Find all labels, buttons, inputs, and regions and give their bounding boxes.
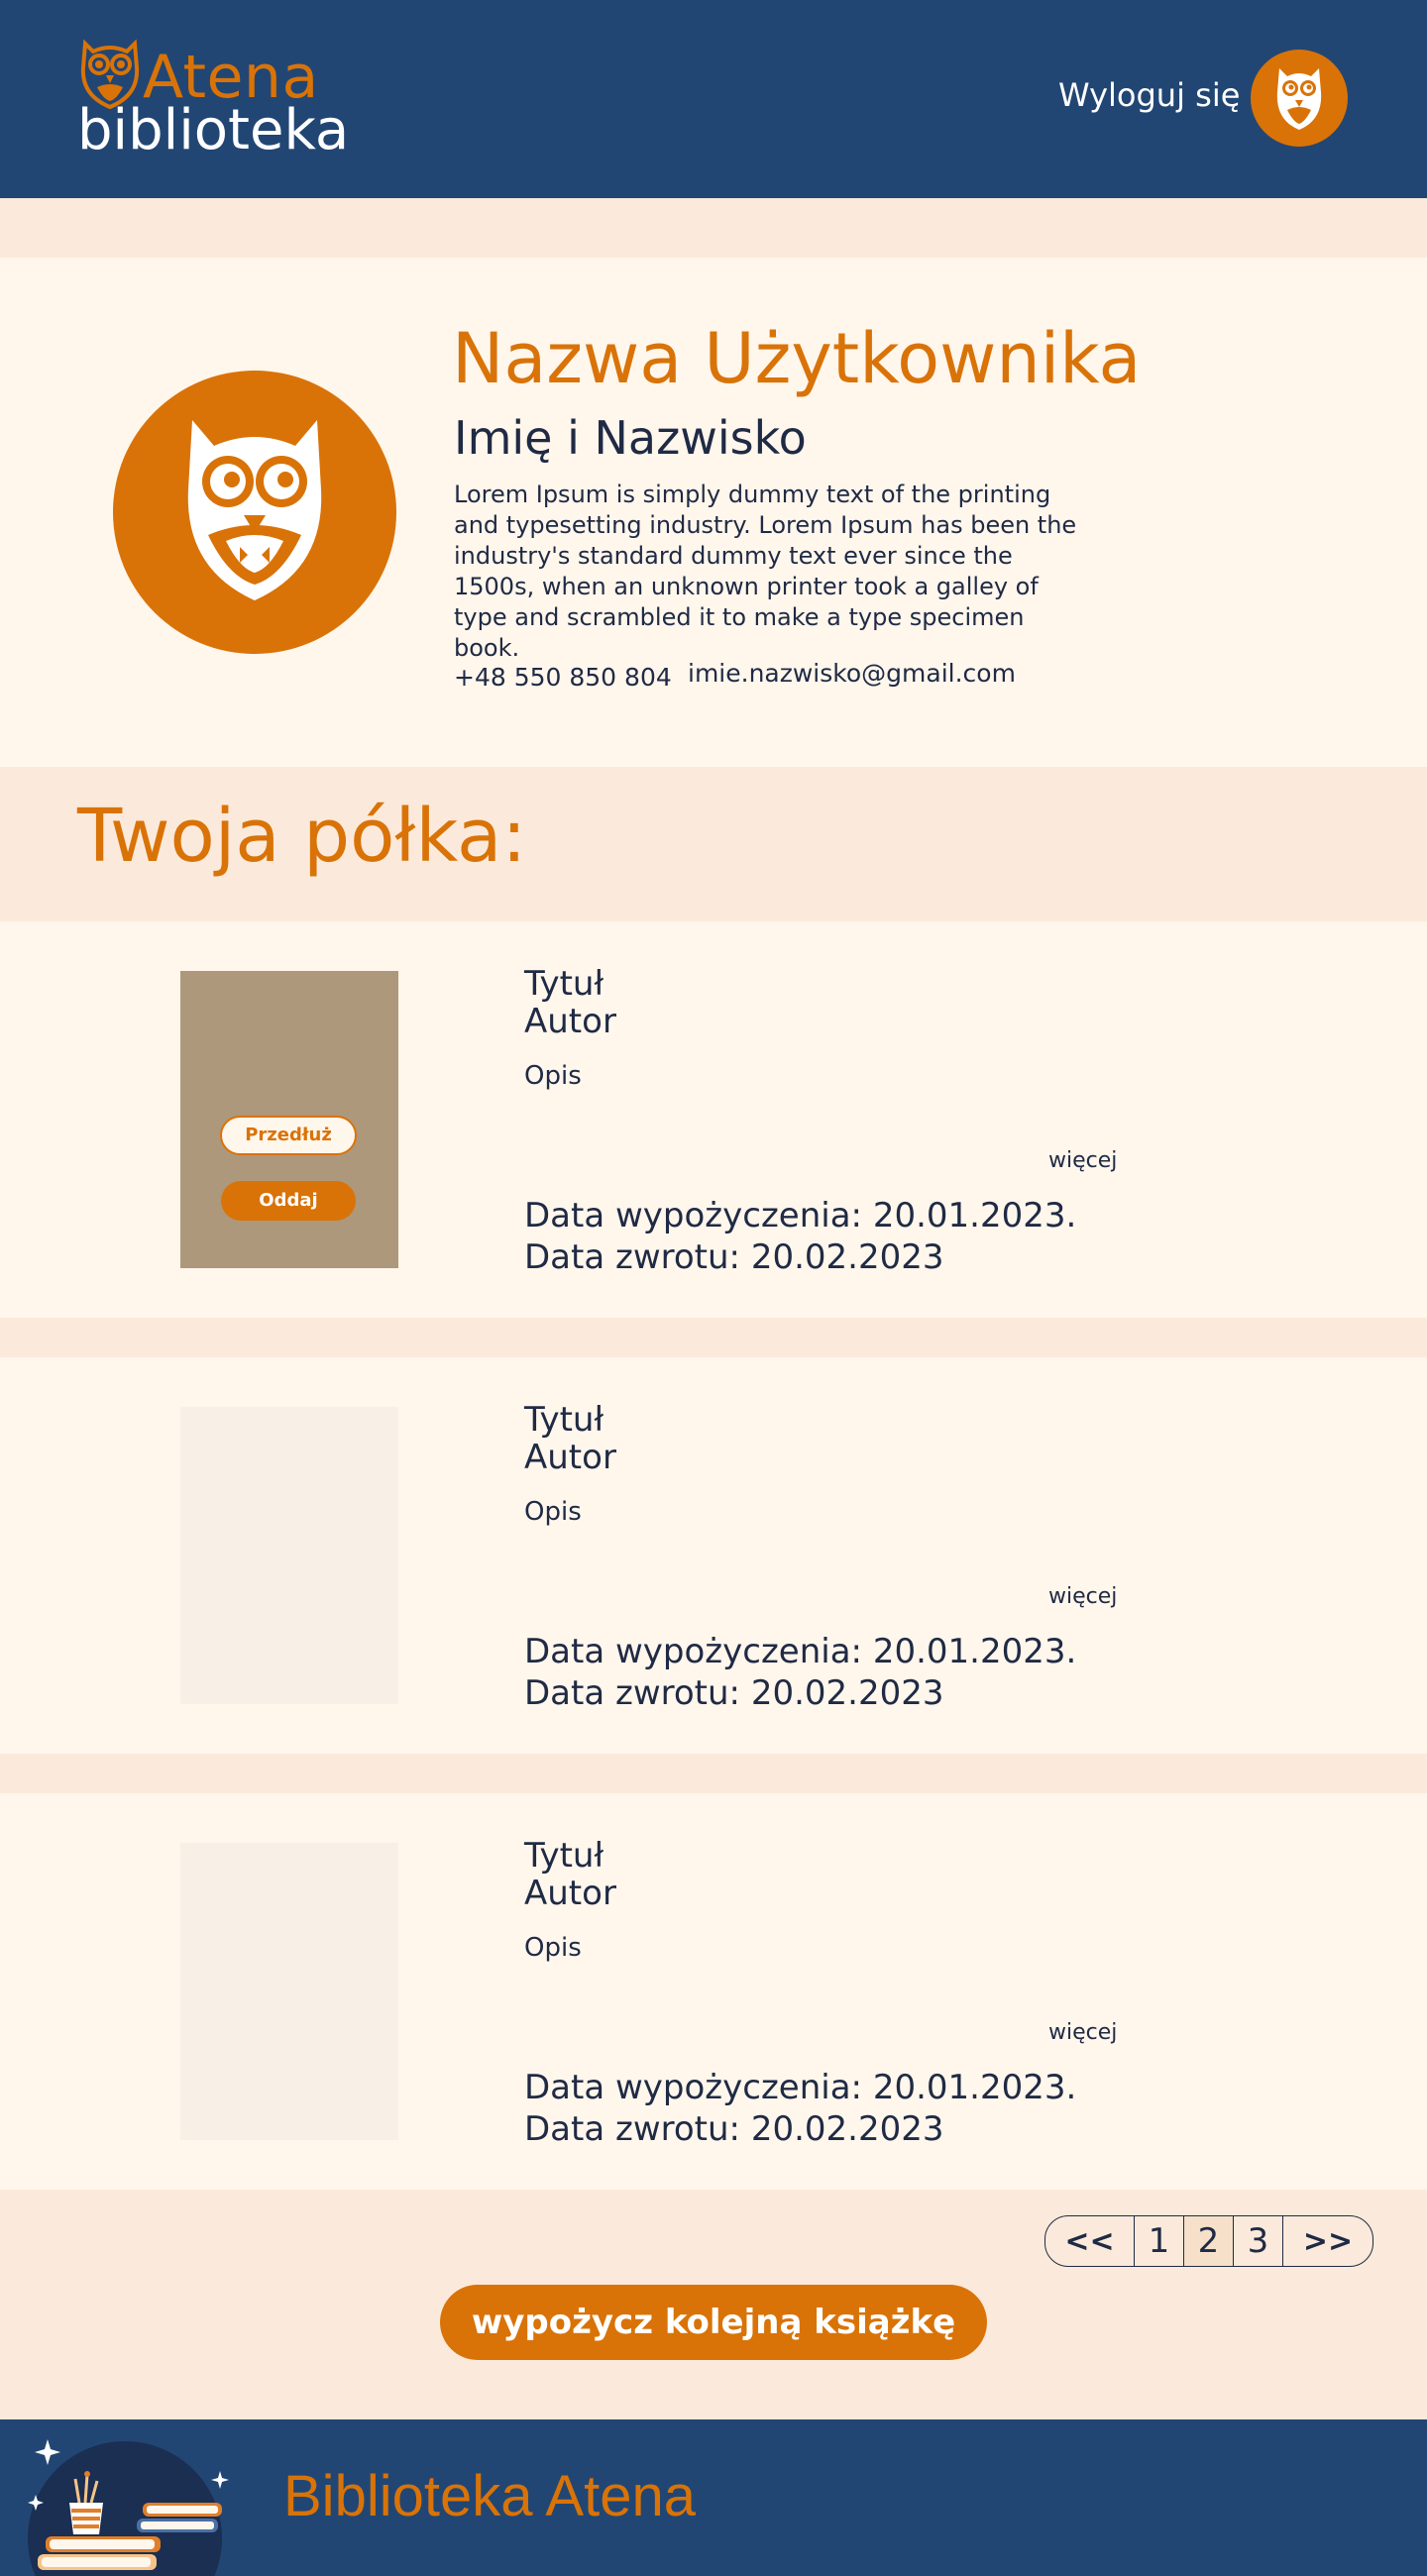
more-link[interactable]: więcej bbox=[1048, 1583, 1117, 1611]
username: Nazwa Użytkownika bbox=[452, 318, 1142, 399]
shelf-title: Twoja półka: bbox=[77, 794, 527, 879]
book-cover[interactable]: Przedłuż Oddaj bbox=[180, 971, 398, 1268]
pagination-next-button[interactable]: >> bbox=[1283, 2216, 1372, 2266]
pagination: << 1 2 3 >> bbox=[1044, 2215, 1373, 2267]
logo-subtitle: biblioteka bbox=[77, 98, 350, 162]
book-description: Opis bbox=[524, 1497, 582, 1527]
profile-bio: Lorem Ipsum is simply dummy text of the … bbox=[454, 481, 1077, 662]
borrow-date: Data wypożyczenia: 20.01.2023. bbox=[524, 1196, 1077, 1235]
book-card: Tytuł Autor Opis więcej Data wypożyczeni… bbox=[0, 1793, 1427, 2190]
book-title: Tytuł bbox=[524, 964, 604, 1004]
owl-icon bbox=[1276, 68, 1322, 130]
books-illustration-icon bbox=[28, 2439, 229, 2576]
extend-button[interactable]: Przedłuż bbox=[220, 1116, 357, 1155]
pagination-page-2[interactable]: 2 bbox=[1184, 2216, 1234, 2266]
owl-icon bbox=[187, 420, 322, 600]
profile-section: Nazwa Użytkownika Imię i Nazwisko Lorem … bbox=[0, 258, 1427, 767]
footer: Biblioteka Atena bbox=[0, 2419, 1427, 2576]
book-author: Autor bbox=[524, 1438, 616, 1477]
header: Atena biblioteka Wyloguj się bbox=[0, 0, 1427, 198]
logout-link[interactable]: Wyloguj się bbox=[1058, 75, 1240, 115]
email-address: imie.nazwisko@gmail.com bbox=[688, 659, 1016, 688]
book-card: Przedłuż Oddaj Tytuł Autor Opis więcej D… bbox=[0, 921, 1427, 1318]
profile-avatar bbox=[113, 371, 396, 654]
logo[interactable]: Atena biblioteka bbox=[77, 38, 349, 166]
full-name: Imię i Nazwisko bbox=[454, 411, 807, 465]
footer-title: Biblioteka Atena bbox=[283, 2464, 696, 2528]
borrow-another-book-button[interactable]: wypożycz kolejną książkę bbox=[440, 2285, 987, 2360]
borrow-date: Data wypożyczenia: 20.01.2023. bbox=[524, 2068, 1077, 2107]
avatar[interactable] bbox=[1251, 50, 1348, 147]
return-date: Data zwrotu: 20.02.2023 bbox=[524, 2109, 944, 2149]
phone-number: +48 550 850 804 bbox=[454, 663, 672, 692]
more-link[interactable]: więcej bbox=[1048, 2019, 1117, 2047]
book-description: Opis bbox=[524, 1933, 582, 1963]
book-description: Opis bbox=[524, 1061, 582, 1091]
return-button[interactable]: Oddaj bbox=[221, 1181, 356, 1221]
pagination-page-3[interactable]: 3 bbox=[1234, 2216, 1283, 2266]
book-title: Tytuł bbox=[524, 1836, 604, 1876]
more-link[interactable]: więcej bbox=[1048, 1147, 1117, 1175]
pagination-prev-button[interactable]: << bbox=[1045, 2216, 1135, 2266]
book-title: Tytuł bbox=[524, 1400, 604, 1440]
book-cover[interactable] bbox=[180, 1407, 398, 1704]
book-card: Tytuł Autor Opis więcej Data wypożyczeni… bbox=[0, 1357, 1427, 1754]
book-author: Autor bbox=[524, 1002, 616, 1041]
book-cover[interactable] bbox=[180, 1843, 398, 2140]
return-date: Data zwrotu: 20.02.2023 bbox=[524, 1237, 944, 1277]
pagination-page-1[interactable]: 1 bbox=[1135, 2216, 1184, 2266]
return-date: Data zwrotu: 20.02.2023 bbox=[524, 1673, 944, 1713]
book-author: Autor bbox=[524, 1874, 616, 1913]
borrow-date: Data wypożyczenia: 20.01.2023. bbox=[524, 1632, 1077, 1671]
